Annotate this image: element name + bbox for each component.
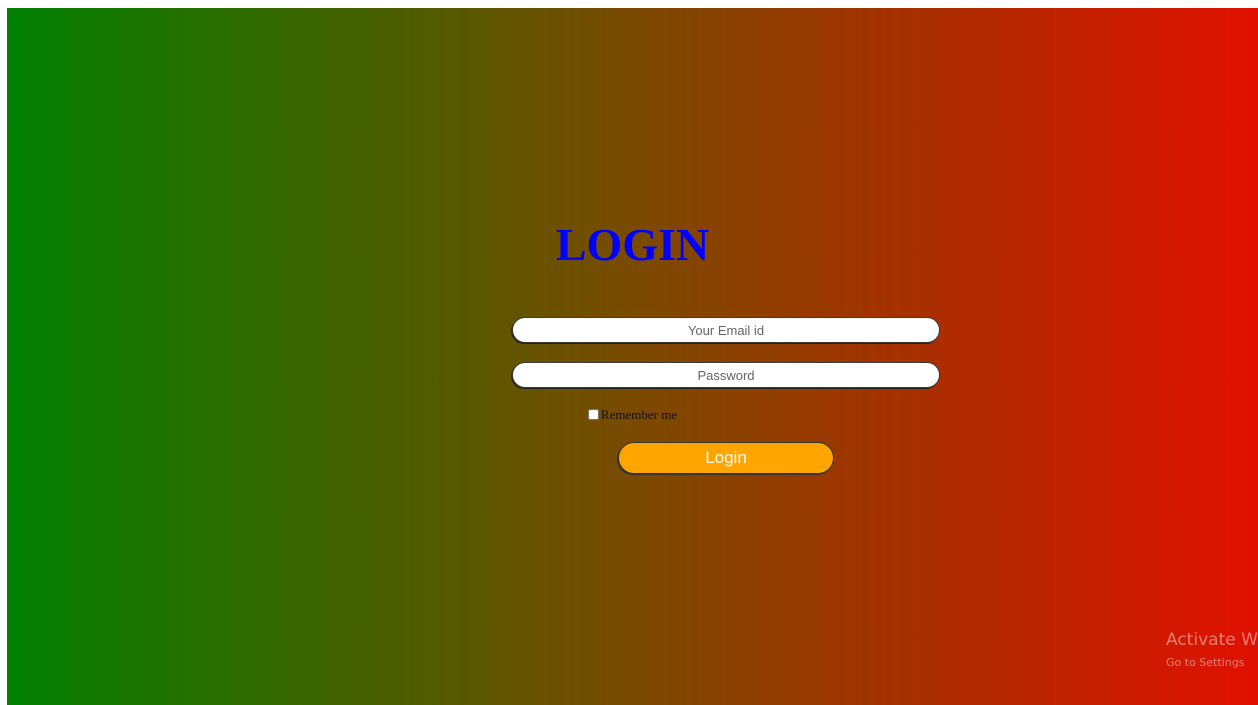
watermark-subtitle: Go to Settings (1166, 656, 1245, 669)
watermark-title: Activate W (1166, 630, 1258, 650)
password-input[interactable] (512, 362, 940, 388)
remember-me-checkbox[interactable] (587, 409, 599, 420)
remember-me-label[interactable]: Remember me (601, 407, 677, 422)
remember-me-row: Remember me (7, 407, 1258, 423)
email-input[interactable] (512, 317, 940, 343)
activation-watermark: Activate W Go to Settings (1166, 629, 1258, 671)
page-background: LOGIN Remember me Login Activate W Go to… (7, 8, 1258, 705)
login-title: LOGIN (555, 219, 710, 270)
login-button[interactable]: Login (618, 442, 834, 474)
